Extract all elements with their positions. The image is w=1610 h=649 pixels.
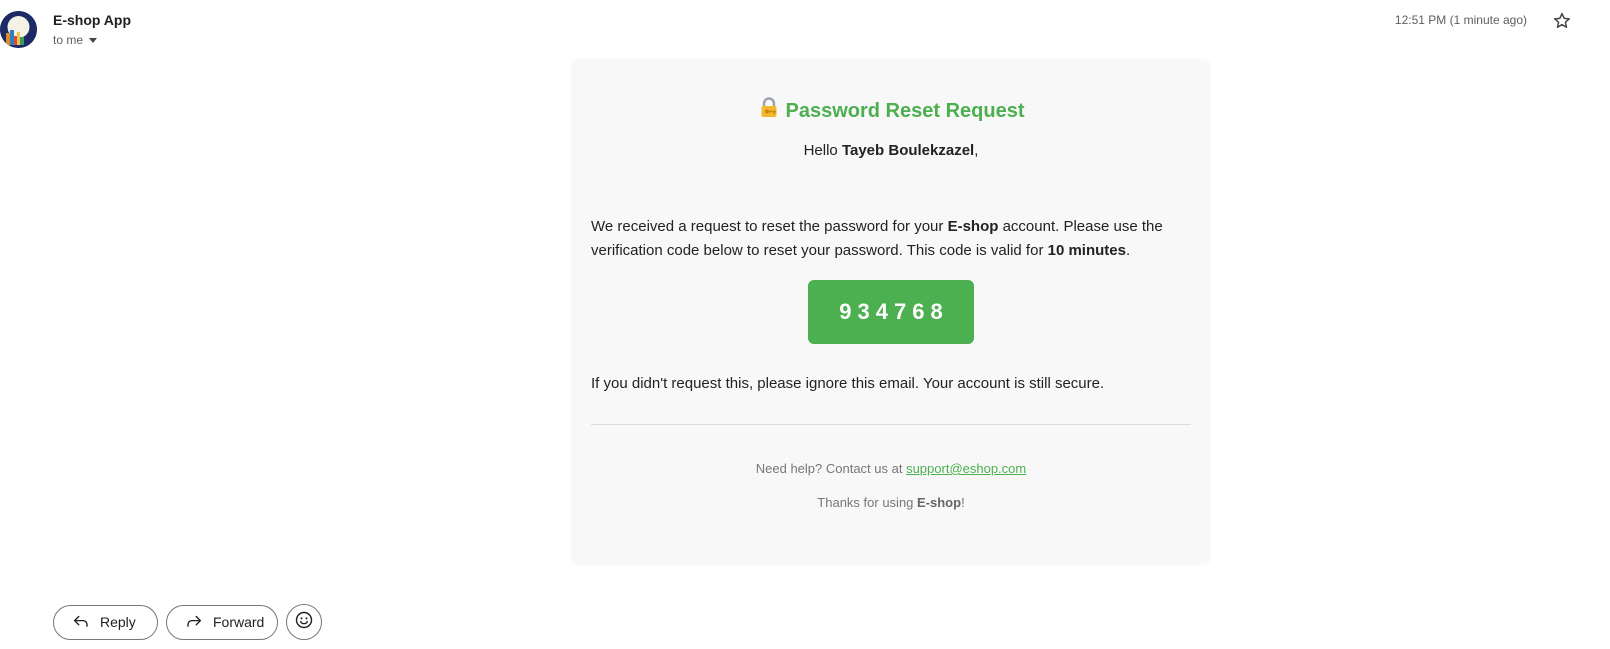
code-container: 934768 — [591, 280, 1191, 344]
reset-instructions: We received a request to reset the passw… — [591, 215, 1191, 263]
email-timestamp: 12:51 PM (1 minute ago) — [1394, 13, 1527, 27]
recipient-details-toggle[interactable]: to me — [53, 33, 98, 47]
email-view: E-shop App to me 12:51 PM (1 minute ago)… — [0, 0, 1610, 649]
email-body-card: Password Reset Request Hello Tayeb Boule… — [571, 59, 1211, 565]
email-title-text: Password Reset Request — [785, 100, 1025, 122]
thanks-line: Thanks for using E-shop! — [591, 494, 1191, 512]
greeting: Hello Tayeb Boulekzazel, — [591, 141, 1191, 161]
lock-with-key-icon — [758, 97, 780, 125]
email-title: Password Reset Request — [591, 97, 1191, 125]
thanks-brand: E-shop — [917, 495, 962, 510]
greeting-prefix: Hello — [803, 142, 842, 159]
footer-divider — [591, 424, 1191, 425]
body-validity: 10 minutes — [1047, 242, 1126, 259]
smiley-icon — [294, 610, 314, 635]
thanks-suffix: ! — [961, 495, 965, 510]
forward-label: Forward — [213, 614, 265, 630]
help-prefix: Need help? Contact us at — [755, 461, 907, 476]
body-part3: . — [1125, 242, 1131, 259]
recipient-label: to me — [53, 33, 84, 47]
greeting-suffix: , — [974, 142, 979, 159]
forward-arrow-icon — [185, 612, 203, 633]
sender-avatar[interactable] — [0, 11, 37, 48]
support-email-link[interactable]: support@eshop.com — [906, 461, 1026, 476]
reply-arrow-icon — [72, 612, 90, 633]
star-icon[interactable] — [1552, 11, 1572, 31]
forward-button[interactable]: Forward — [166, 604, 278, 640]
recipient-name: Tayeb Boulekzazel — [841, 142, 975, 159]
caret-down-icon — [89, 38, 98, 43]
body-brand: E-shop — [947, 218, 999, 235]
ignore-notice: If you didn't request this, please ignor… — [591, 375, 1105, 392]
body-part1: We received a request to reset the passw… — [591, 218, 948, 235]
message-actions: Reply Forward — [53, 604, 322, 640]
thanks-prefix: Thanks for using — [817, 495, 918, 510]
sender-name[interactable]: E-shop App — [53, 12, 131, 28]
emoji-reaction-button[interactable] — [286, 604, 322, 640]
help-line: Need help? Contact us at support@eshop.c… — [591, 460, 1191, 478]
reply-button[interactable]: Reply — [53, 604, 158, 640]
reply-label: Reply — [100, 614, 136, 630]
verification-code[interactable]: 934768 — [808, 280, 974, 344]
